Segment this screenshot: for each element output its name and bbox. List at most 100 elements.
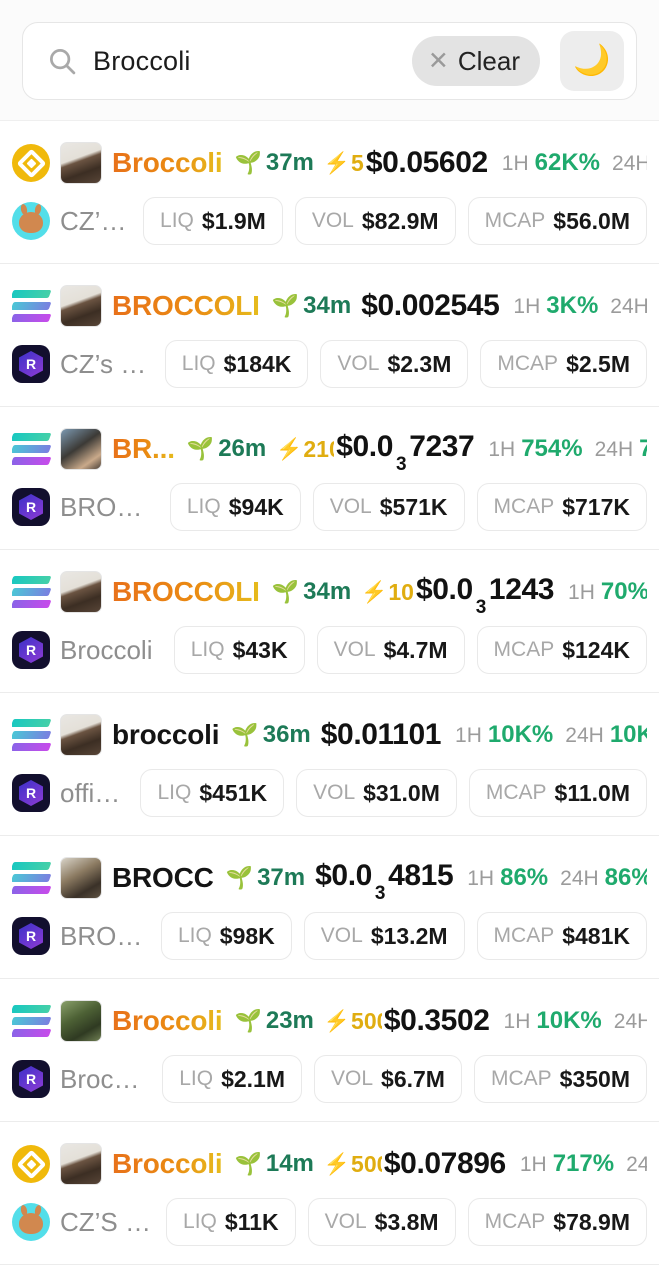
token-age-value: 34m [303,292,352,319]
bolt-icon: ⚡ [323,1009,351,1033]
search-bar[interactable]: ✕ Clear 🌙 [22,22,637,100]
boost-badge: ⚡2100 [276,436,334,463]
volume-label: VOL [313,781,356,804]
sprout-icon: 🌱 [234,1151,262,1176]
search-input[interactable] [93,45,402,77]
token-age: 🌱 37m [226,864,305,892]
mcap-pill[interactable]: MCAP $481K [476,912,647,960]
volume-label: VOL [329,495,372,518]
liquidity-pill[interactable]: LIQ $184K [164,340,309,388]
token-row[interactable]: BROCCOLI🌱34m⚡10$0.0312431H70%24H70%RBroc… [0,550,659,693]
token-subtitle: Broccoli [60,1063,149,1094]
token-row[interactable]: BR...🌱26m⚡2100$0.0372371H754%24H754%RBRO… [0,407,659,550]
stat-pills: LIQ $1.9M VOL $82.9M MCAP $56.0M [143,197,647,245]
token-row[interactable]: Broccoli🌱22m⚡500$0.32691H6K%24H6K%R [0,1265,659,1280]
token-row-primary: Broccoli🌱14m⚡500$0.078961H717%24H717% [12,1138,647,1190]
volume-label: VOL [333,638,376,661]
liquidity-pill[interactable]: LIQ $451K [140,769,285,817]
mcap-pill[interactable]: MCAP $124K [476,626,647,674]
mcap-pill[interactable]: MCAP $11.0M [468,769,647,817]
token-row[interactable]: BROCC🌱37m$0.0348151H86%24H86%RBROCCOLILI… [0,836,659,979]
change-1h: 1H 62K% [502,149,600,177]
volume-value: $31.0M [363,779,440,806]
volume-label: VOL [331,1067,374,1090]
mcap-pill[interactable]: MCAP $78.9M [467,1198,647,1246]
mcap-value: $350M [559,1065,630,1092]
volume-pill[interactable]: VOL $82.9M [294,197,456,245]
token-row[interactable]: broccoli🌱36m$0.011011H10K%24H10K%Roffici… [0,693,659,836]
mcap-pill[interactable]: MCAP $56.0M [467,197,647,245]
raydium-icon: R [12,917,50,955]
token-row[interactable]: Broccoli🌱23m⚡500$0.35021H10K%24H10K%RBro… [0,979,659,1122]
change-24h-label: 24H [626,1153,647,1176]
raydium-icon: R [12,345,50,383]
volume-pill[interactable]: VOL $4.7M [316,626,465,674]
stat-pills: LIQ $451K VOL $31.0M MCAP $11.0M [140,769,647,817]
token-row-primary: broccoli🌱36m$0.011011H10K%24H10K% [12,709,647,761]
boost-badge: ⚡ 5 [324,150,364,177]
bnb-chain-icon [12,144,50,182]
token-price: $0.05602 [365,146,488,179]
change-24h-label: 24H [612,152,647,175]
liquidity-label: LIQ [183,1210,217,1233]
token-age: 🌱 14m [234,1150,313,1178]
volume-label: VOL [320,924,363,947]
volume-pill[interactable]: VOL $13.2M [303,912,465,960]
token-row-secondary: R Broccoli LIQ $43K VOL $4.7M MCAP $124K [12,622,647,678]
liquidity-value: $451K [199,779,268,806]
liquidity-value: $11K [224,1208,279,1235]
search-header: ✕ Clear 🌙 [0,0,659,121]
token-avatar [60,1143,102,1185]
token-row[interactable]: Broccoli🌱37m⚡5$0.056021H62K%24H62K%CZ’S … [0,121,659,264]
token-age: 🌱 34m [272,292,351,320]
change-24h: 24H3K% [610,292,647,320]
token-age: 🌱 34m [272,578,351,606]
mcap-value: $481K [562,922,630,949]
change-1h: 1H 754% [488,435,582,463]
sprout-icon: 🌱 [271,579,300,604]
clear-button[interactable]: ✕ Clear [411,36,540,86]
volume-label: VOL [324,1210,367,1233]
liquidity-pill[interactable]: LIQ $98K [160,912,292,960]
token-row[interactable]: BROCCOLI🌱34m$0.0025451H3K%24H3K%RCZ’s Do… [0,264,659,407]
mcap-label: MCAP [484,209,546,232]
mcap-pill[interactable]: MCAP $717K [476,483,647,531]
token-row-secondary: Rofficial cz d... LIQ $451K VOL $31.0M MCAP $1… [12,765,647,821]
token-row-secondary: CZ’S DOG LIQ $1.9M VOL $82.9M MCAP $56.0M [12,193,647,249]
liquidity-pill[interactable]: LIQ $2.1M [162,1055,303,1103]
volume-value: $82.9M [361,207,439,234]
change-1h: 1H 10K% [504,1007,602,1035]
change-1h-value: 10K% [487,721,554,748]
volume-value: $4.7M [383,636,448,663]
token-age-value: 36m [262,721,311,748]
token-age-value: 14m [265,1150,314,1177]
liquidity-pill[interactable]: LIQ $43K [173,626,305,674]
volume-pill[interactable]: VOL $2.3M [320,340,469,388]
token-row-primary: BROCCOLI🌱34m$0.0025451H3K%24H3K% [12,280,647,332]
volume-pill[interactable]: VOL $6.7M [314,1055,462,1103]
token-row[interactable]: Broccoli🌱14m⚡500$0.078961H717%24H717%CZ’… [0,1122,659,1265]
theme-toggle-button[interactable]: 🌙 [560,31,624,91]
liquidity-pill[interactable]: LIQ $94K [169,483,301,531]
change-24h: 24H86% [560,864,647,892]
boost-value: 5 [351,149,364,176]
volume-label: VOL [337,352,380,375]
token-age-value: 37m [265,149,314,176]
boost-value: 500 [351,1150,382,1177]
change-1h-value: 10K% [536,1007,602,1034]
volume-pill[interactable]: VOL $571K [312,483,465,531]
mcap-pill[interactable]: MCAP $350M [473,1055,647,1103]
change-1h-value: 70% [600,578,647,605]
mcap-pill[interactable]: MCAP $2.5M [480,340,647,388]
volume-pill[interactable]: VOL $3.8M [307,1198,456,1246]
liquidity-pill[interactable]: LIQ $11K [166,1198,296,1246]
clear-button-label: Clear [457,46,520,76]
volume-value: $571K [379,493,448,520]
mcap-value: $56.0M [553,207,630,234]
volume-pill[interactable]: VOL $31.0M [296,769,457,817]
raydium-icon: R [12,488,50,526]
sprout-icon: 🌱 [271,293,300,318]
liquidity-pill[interactable]: LIQ $1.9M [143,197,283,245]
volume-value: $6.7M [381,1065,445,1092]
token-row-primary: BROCC🌱37m$0.0348151H86%24H86% [12,852,647,904]
